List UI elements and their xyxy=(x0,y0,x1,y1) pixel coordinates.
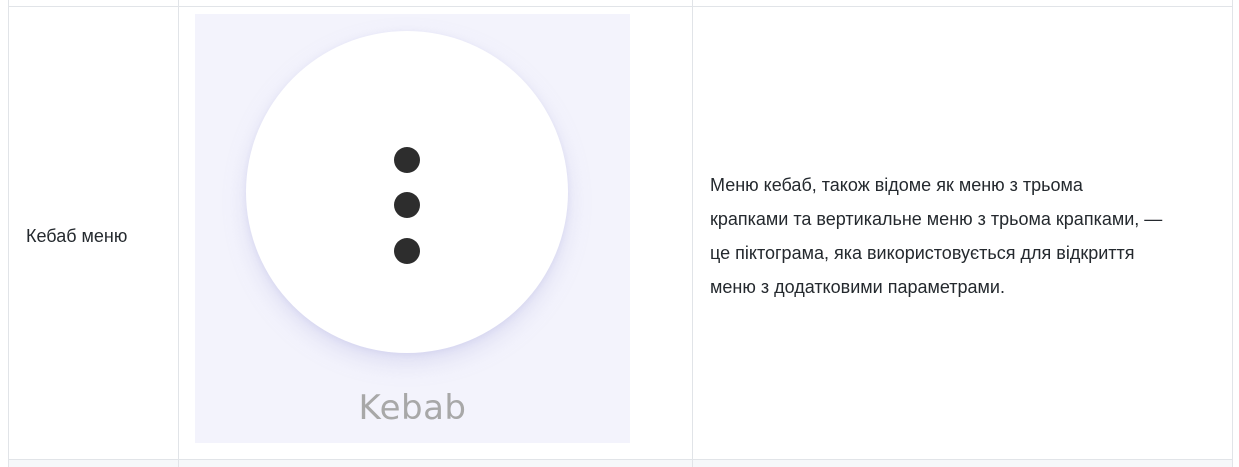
column-divider-2 xyxy=(692,0,693,467)
term-cell: Кебаб меню xyxy=(26,226,128,246)
column-divider-1 xyxy=(178,0,179,467)
next-row-strip xyxy=(8,460,1232,467)
kebab-dot-bottom xyxy=(394,238,420,264)
illustration-caption: Kebab xyxy=(358,388,467,428)
definition-table: Кебаб меню Kebab Меню кебаб, також відом… xyxy=(0,0,1239,467)
description-line: меню з додатковими параметрами. xyxy=(710,277,1005,297)
description-line: це піктограма, яка використовується для … xyxy=(710,243,1135,263)
description-line: Меню кебаб, також відоме як меню з трьом… xyxy=(710,175,1083,195)
kebab-illustration: Kebab xyxy=(195,14,630,443)
table-left-border xyxy=(8,0,9,467)
table-top-border xyxy=(8,6,1232,7)
kebab-menu-icon xyxy=(246,31,568,353)
kebab-dot-middle xyxy=(394,192,420,218)
description-line: крапками та вертикальне меню з трьома кр… xyxy=(710,209,1163,229)
kebab-dot-top xyxy=(394,147,420,173)
table-right-border xyxy=(1232,0,1233,467)
description-cell: Меню кебаб, також відоме як меню з трьом… xyxy=(710,168,1222,304)
